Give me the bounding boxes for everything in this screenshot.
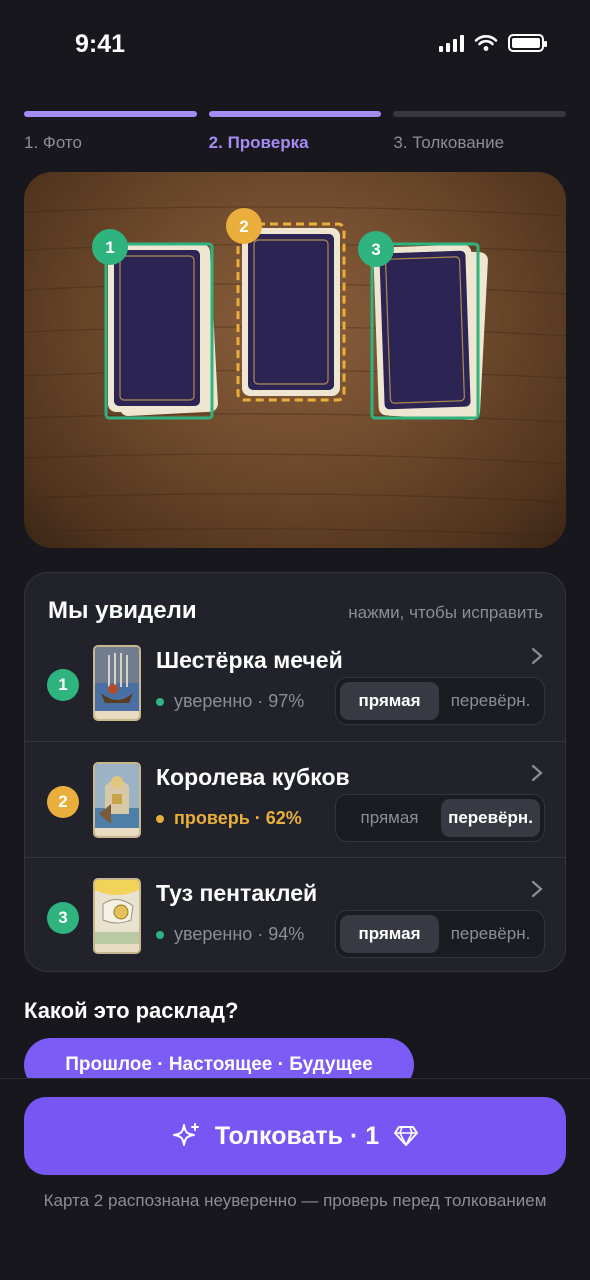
wifi-icon bbox=[474, 35, 498, 51]
status-icons bbox=[439, 34, 547, 52]
card-name: Туз пентаклей bbox=[156, 880, 318, 906]
photo-card-3[interactable] bbox=[370, 242, 488, 421]
step-bar bbox=[24, 111, 197, 117]
step-photo[interactable]: 1. Фото bbox=[24, 111, 197, 153]
status-dot bbox=[156, 697, 164, 706]
orientation-upright[interactable]: прямая bbox=[340, 915, 439, 953]
photo-card-1[interactable] bbox=[104, 242, 218, 420]
step-check[interactable]: 2. Проверка bbox=[208, 111, 382, 153]
card-name: Королева кубков bbox=[156, 764, 350, 790]
orientation-toggle: прямая перевёрн. bbox=[335, 910, 545, 958]
orientation-reversed[interactable]: перевёрн. bbox=[441, 799, 540, 837]
confidence-status: уверенно · 97% bbox=[156, 691, 304, 712]
panel-title: Мы увидели bbox=[48, 597, 197, 624]
step-bar bbox=[208, 111, 382, 117]
card-thumbnail-queen-of-cups bbox=[93, 762, 141, 838]
orientation-toggle: прямая перевёрн. bbox=[335, 794, 545, 842]
card-number-badge: 2 bbox=[47, 786, 79, 818]
card-thumbnail-six-of-swords bbox=[93, 645, 141, 721]
sparkle-icon bbox=[172, 1123, 199, 1146]
progress-stepper: 1. Фото 2. Проверка 3. Толкование bbox=[24, 111, 567, 153]
card-thumbnail-ace-of-pentacles bbox=[93, 878, 141, 954]
bottom-action-bar: Толковать · 1 Карта 2 распознана неувере… bbox=[0, 1078, 590, 1280]
svg-text:3: 3 bbox=[371, 240, 380, 259]
confidence-label: уверенно · 94% bbox=[174, 924, 305, 944]
status-time: 9:41 bbox=[75, 30, 126, 58]
photo-marker-2: 2 bbox=[226, 208, 262, 244]
orientation-reversed[interactable]: перевёрн. bbox=[441, 682, 540, 720]
step-bar bbox=[393, 111, 567, 117]
battery-icon bbox=[508, 34, 547, 52]
status-dot bbox=[156, 930, 164, 939]
card-row-2[interactable]: 2 Королева кубков проверь · 62% прямая п… bbox=[25, 741, 565, 857]
step-interpretation[interactable]: 3. Толкование bbox=[393, 111, 567, 153]
card-name: Шестёрка мечей bbox=[156, 647, 343, 673]
panel-hint: нажми, чтобы исправить bbox=[348, 603, 543, 622]
svg-text:2: 2 bbox=[239, 217, 248, 236]
interpret-button-label: Толковать · 1 bbox=[214, 1121, 380, 1150]
step-label: 3. Толкование bbox=[393, 133, 505, 152]
photo-marker-1: 1 bbox=[92, 229, 128, 265]
cellular-signal-icon bbox=[439, 34, 464, 52]
orientation-toggle: прямая перевёрн. bbox=[335, 677, 545, 725]
confidence-label: уверенно · 97% bbox=[174, 691, 305, 711]
chevron-right-icon[interactable] bbox=[531, 762, 543, 788]
footer-note: Карта 2 распознана неуверенно — проверь … bbox=[43, 1191, 547, 1210]
spread-question: Какой это расклад? bbox=[24, 998, 239, 1023]
chevron-right-icon[interactable] bbox=[531, 878, 543, 904]
confidence-status: уверенно · 94% bbox=[156, 924, 304, 945]
svg-text:1: 1 bbox=[105, 238, 114, 257]
orientation-upright[interactable]: прямая bbox=[340, 682, 439, 720]
photo-canvas: 1 2 3 bbox=[24, 206, 566, 537]
photo-marker-3: 3 bbox=[358, 231, 394, 267]
card-row-3[interactable]: 3 Туз пентаклей уверенно · 94% прямая пе… bbox=[25, 857, 565, 973]
chevron-right-icon[interactable] bbox=[531, 645, 543, 671]
confidence-status: проверь · 62% bbox=[156, 808, 302, 829]
spread-photo: 1 2 3 bbox=[24, 172, 566, 548]
orientation-reversed[interactable]: перевёрн. bbox=[441, 915, 540, 953]
status-bar: 9:41 bbox=[0, 0, 590, 90]
confidence-label: проверь · 62% bbox=[174, 808, 302, 828]
card-row-1[interactable]: 1 Шестёрка мечей уверенно · 97% прямая п… bbox=[25, 625, 565, 741]
interpret-button[interactable]: Толковать · 1 bbox=[24, 1097, 566, 1175]
card-number-badge: 3 bbox=[47, 902, 79, 934]
photo-card-2[interactable] bbox=[236, 222, 346, 402]
status-dot bbox=[156, 814, 164, 823]
recognized-cards-panel: Мы увидели нажми, чтобы исправить 1 Шест… bbox=[24, 572, 566, 972]
step-label: 2. Проверка bbox=[208, 133, 309, 152]
step-label: 1. Фото bbox=[24, 133, 82, 152]
orientation-upright[interactable]: прямая bbox=[340, 799, 439, 837]
card-number-badge: 1 bbox=[47, 669, 79, 701]
gem-icon bbox=[394, 1126, 419, 1146]
